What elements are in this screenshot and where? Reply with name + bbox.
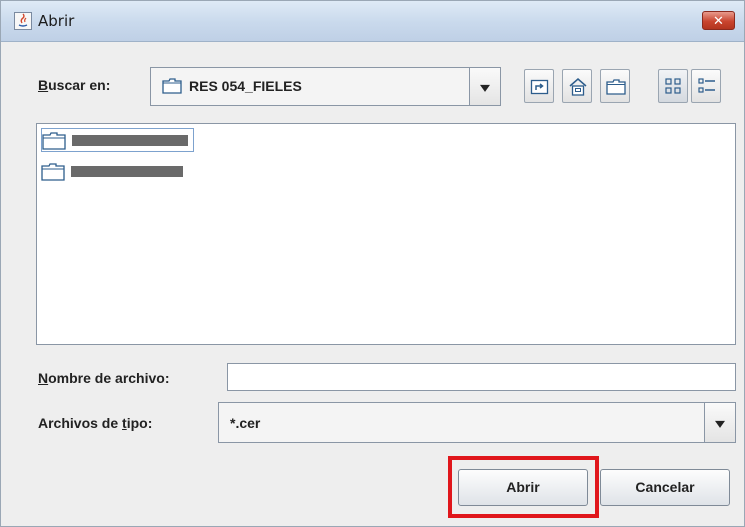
file-type-combo[interactable]: *.cer — [218, 402, 736, 443]
home-icon — [569, 78, 587, 96]
file-type-value: *.cer — [230, 415, 261, 431]
up-one-level-icon — [530, 79, 549, 95]
chevron-down-icon — [715, 420, 725, 428]
folder-icon — [41, 163, 65, 181]
highlight-annotation — [448, 456, 599, 518]
details-view-button[interactable] — [691, 69, 721, 103]
file-type-label: Archivos de tipo: — [38, 415, 153, 431]
list-view-icon — [665, 78, 681, 94]
file-type-dropdown-button[interactable] — [704, 403, 735, 442]
new-folder-icon — [606, 79, 626, 95]
redacted-file-name — [71, 166, 183, 177]
redacted-file-name — [72, 135, 188, 146]
look-in-dropdown-button[interactable] — [469, 68, 500, 105]
folder-icon — [42, 132, 66, 150]
title-bar[interactable]: Abrir ✕ — [1, 1, 744, 42]
close-icon: ✕ — [713, 13, 724, 28]
new-folder-button[interactable] — [600, 69, 630, 103]
up-one-level-button[interactable] — [524, 69, 554, 103]
details-view-icon — [698, 78, 715, 93]
chevron-down-icon — [480, 84, 490, 92]
close-button[interactable]: ✕ — [702, 11, 735, 30]
window-title: Abrir — [38, 12, 75, 30]
folder-icon — [162, 78, 182, 94]
file-chooser-dialog: Abrir ✕ Buscar en: RES 054_FIELES Nombre… — [0, 0, 745, 527]
file-list[interactable] — [36, 123, 736, 345]
cancel-button[interactable]: Cancelar — [600, 469, 730, 506]
look-in-combo[interactable]: RES 054_FIELES — [150, 67, 501, 106]
list-view-button[interactable] — [658, 69, 688, 103]
list-item[interactable] — [41, 128, 194, 152]
java-app-icon — [14, 12, 32, 30]
home-button[interactable] — [562, 69, 592, 103]
list-item[interactable] — [41, 160, 194, 184]
look-in-value: RES 054_FIELES — [189, 78, 302, 94]
look-in-label: Buscar en: — [38, 77, 111, 93]
file-name-label: Nombre de archivo: — [38, 370, 170, 386]
file-name-input[interactable] — [227, 363, 736, 391]
